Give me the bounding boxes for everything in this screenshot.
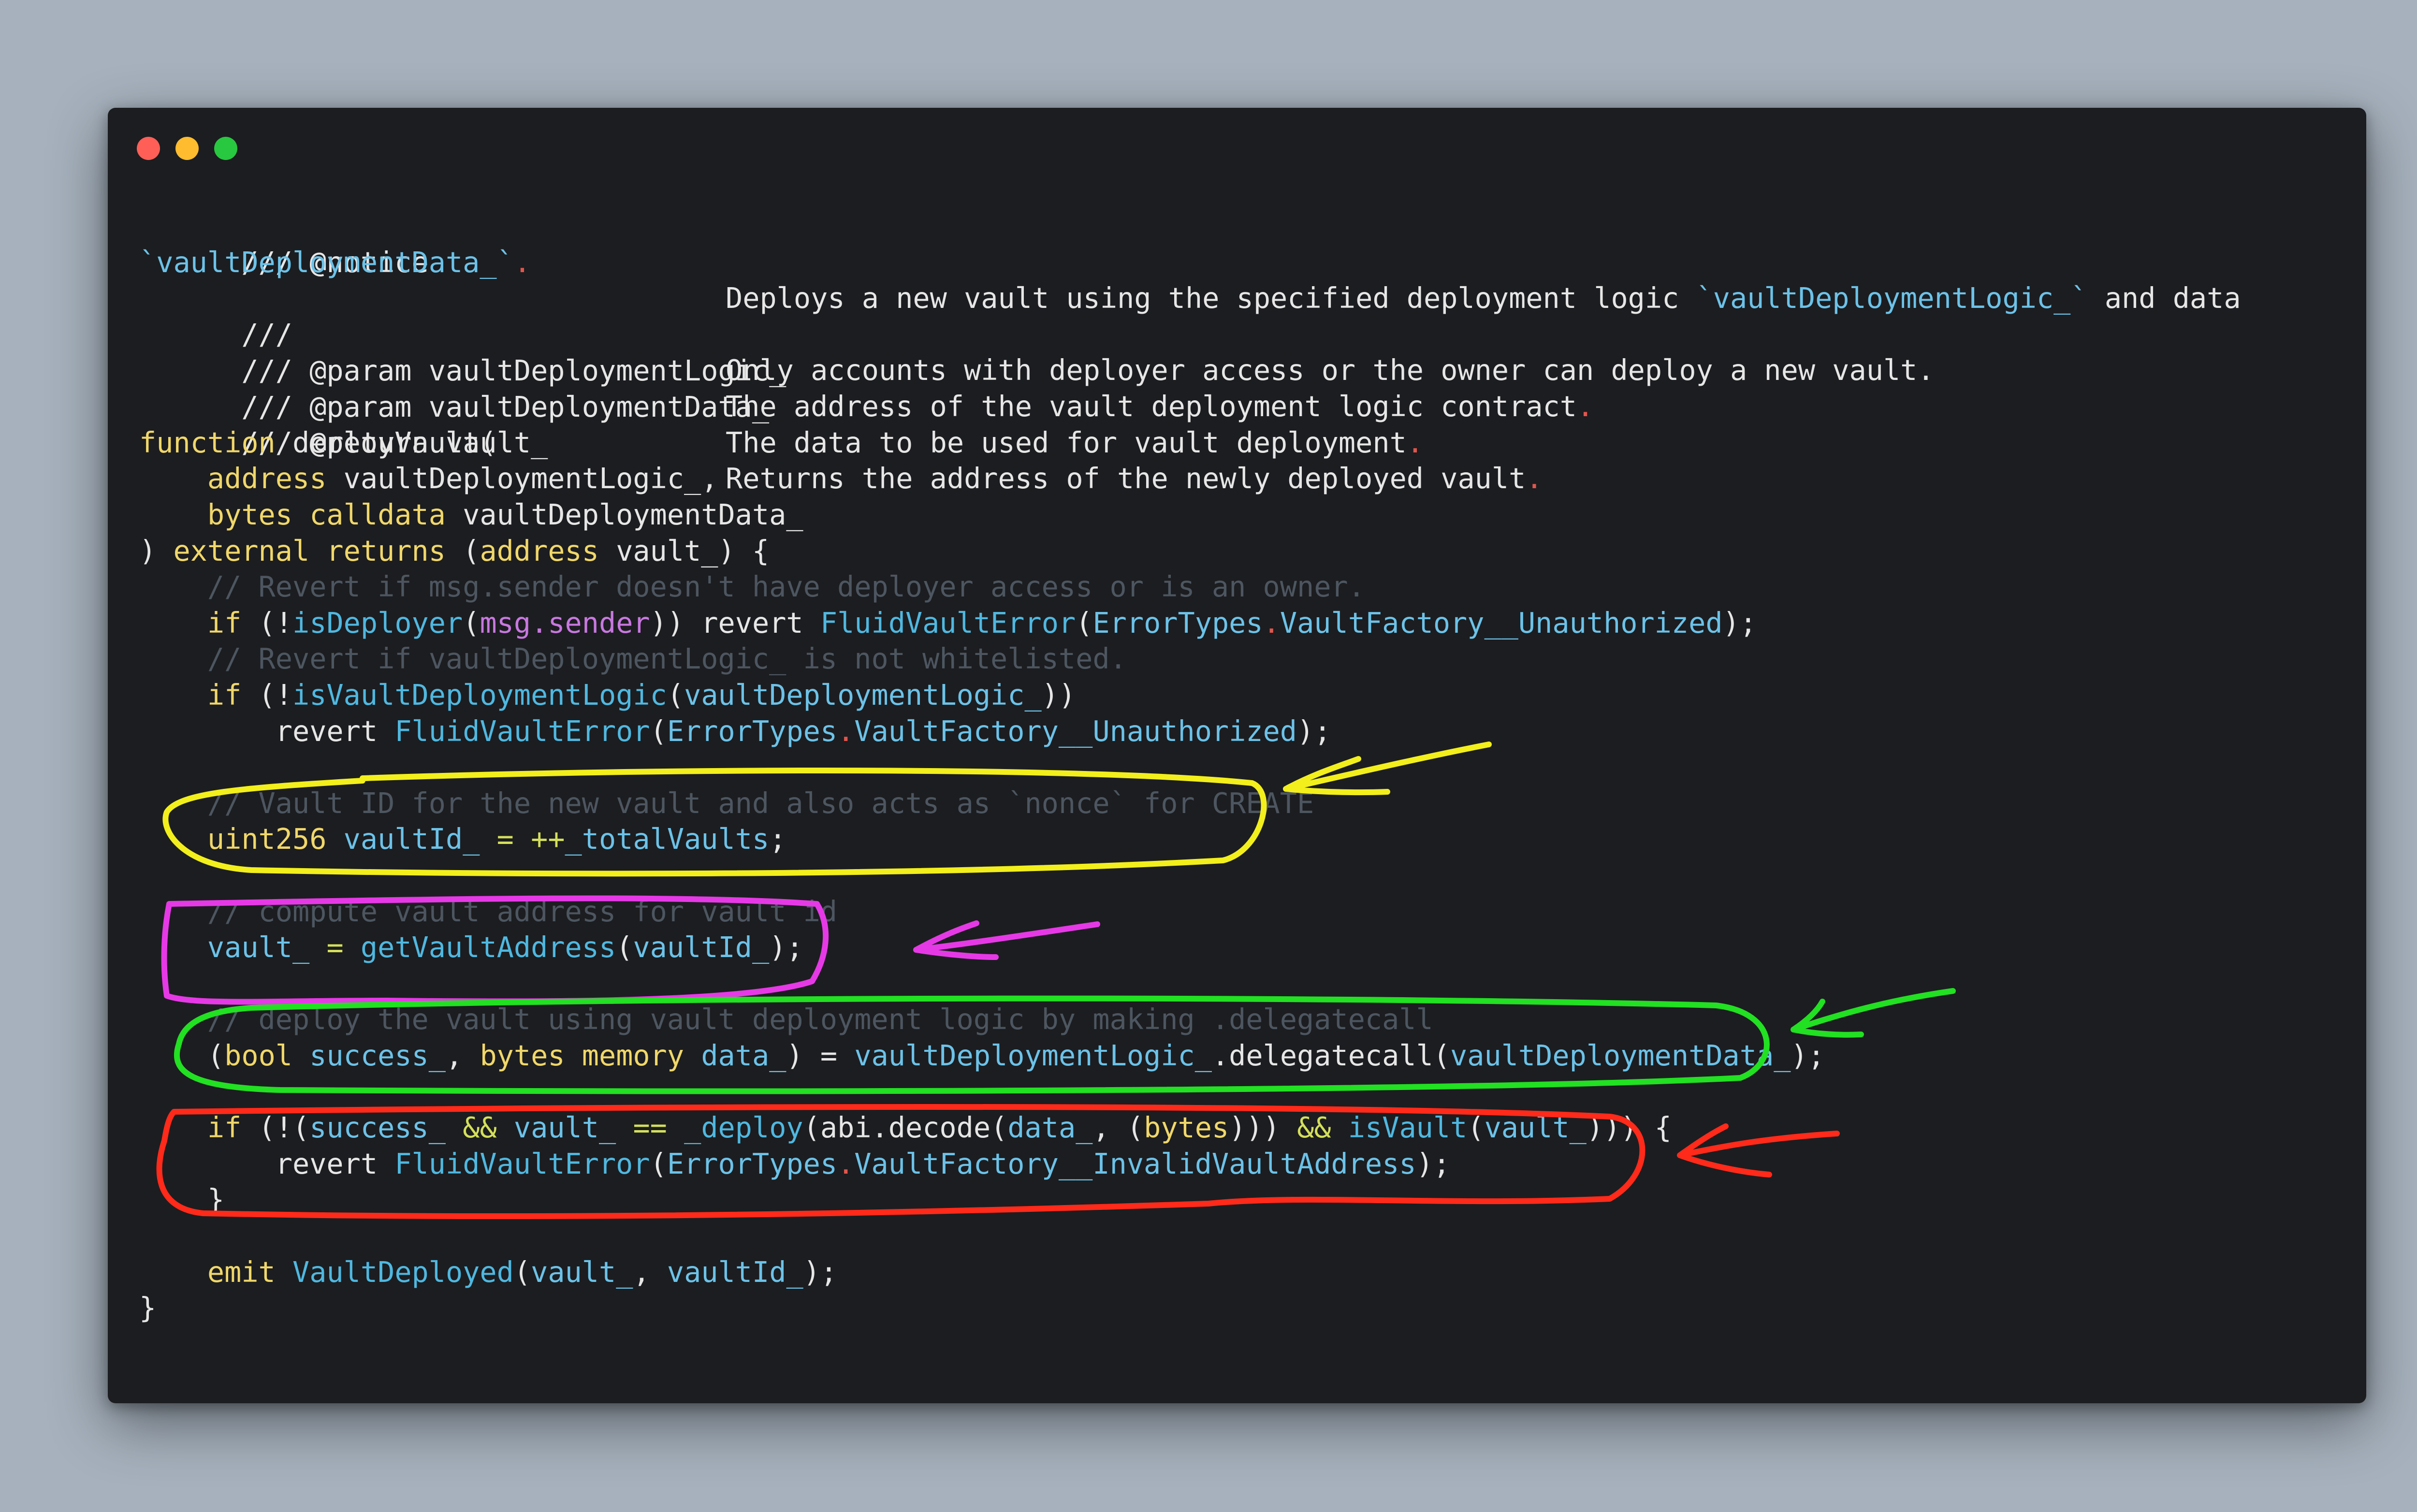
code-line: } [207,1183,225,1216]
code-line: revert FluidVaultError(ErrorTypes.VaultF… [275,1148,1451,1180]
code-line: } [139,1292,157,1324]
close-button[interactable] [137,137,160,160]
code-line: /// @return vault_ Returns the address o… [241,426,1543,495]
code-line: if (!(success_ && vault_ == _deploy(abi.… [207,1111,1672,1144]
code-line: if (!isVaultDeploymentLogic(vaultDeploym… [207,679,1076,712]
code-line: /// @param vaultDeploymentData_ The data… [241,390,1424,460]
code-comment: // Revert if msg.sender doesn't have dep… [207,570,1365,603]
code-line: vault_ = getVaultAddress(vaultId_); [207,931,803,964]
code-line: if (!isDeployer(msg.sender)) revert Flui… [207,607,1757,640]
code-window: /// @notice Deploys a new vault using th… [108,108,2366,1403]
code-comment: // Vault ID for the new vault and also a… [207,787,1314,820]
code-line: uint256 vaultId_ = ++_totalVaults; [207,823,786,856]
code-line: address vaultDeploymentLogic_, [207,462,718,495]
code-line: function deployVault( [139,426,497,459]
code-line: (bool success_, bytes memory data_) = va… [207,1039,1825,1072]
code-line: `vaultDeploymentData_`. [139,246,531,279]
code-line: bytes calldata vaultDeploymentData_ [207,498,803,531]
maximize-button[interactable] [214,137,237,160]
code-line: ) external returns (address vault_) { [139,535,770,567]
code-line: /// @notice Deploys a new vault using th… [139,208,2241,315]
code-comment: // deploy the vault using vault deployme… [207,1003,1433,1036]
doc-text: Deploys a new vault using the specified … [726,282,2241,315]
code-comment: // compute vault address for vault id [207,895,838,928]
code-line: revert FluidVaultError(ErrorTypes.VaultF… [275,715,1331,748]
code-line: emit VaultDeployed(vault_, vaultId_); [207,1256,838,1289]
minimize-button[interactable] [175,137,199,160]
code-comment: // Revert if vaultDeploymentLogic_ is no… [207,642,1127,675]
code-line: /// Only accounts with deployer access o… [241,318,1935,387]
code-line: /// @param vaultDeploymentLogic_ The add… [241,354,1594,423]
